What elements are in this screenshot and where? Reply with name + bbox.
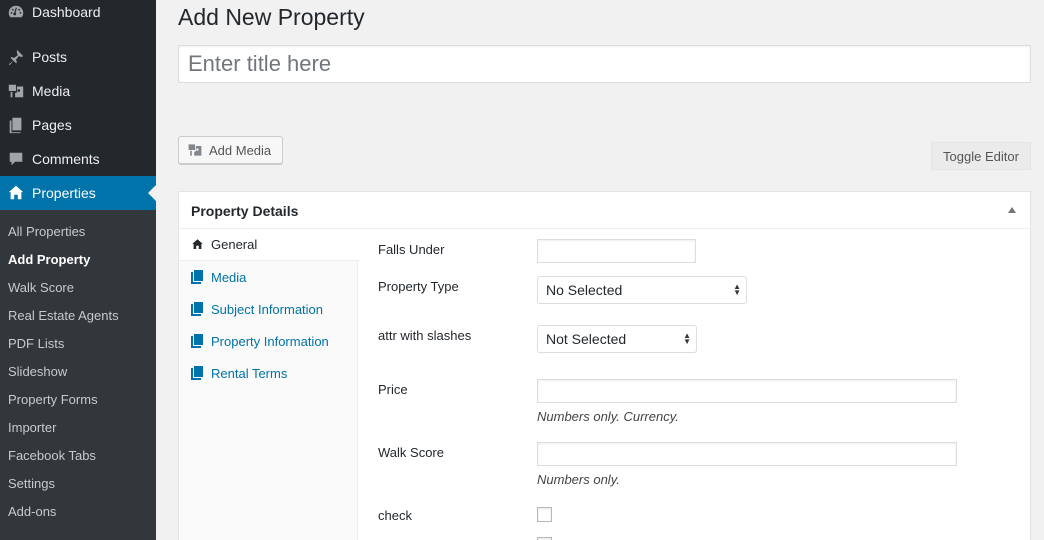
menu-item-posts[interactable]: Posts bbox=[0, 40, 156, 74]
menu-item-pages[interactable]: Pages bbox=[0, 108, 156, 142]
add-media-label: Add Media bbox=[209, 142, 272, 158]
falls-under-input[interactable] bbox=[537, 239, 696, 263]
menu-item-comments[interactable]: Comments bbox=[0, 142, 156, 176]
menu-label-posts: Posts bbox=[32, 49, 68, 65]
submenu-item-facebook-tabs[interactable]: Facebook Tabs bbox=[8, 448, 96, 463]
tab-rental-terms[interactable]: Rental Terms bbox=[179, 357, 358, 389]
check-checkbox[interactable] bbox=[537, 507, 552, 522]
menu-label-comments: Comments bbox=[32, 151, 100, 167]
property-type-label: Property Type bbox=[378, 279, 459, 294]
menu-item-dashboard[interactable]: Dashboard bbox=[0, 0, 156, 29]
tab-subject-information[interactable]: Subject Information bbox=[179, 293, 358, 325]
toggle-editor-label: Toggle Editor bbox=[943, 148, 1019, 164]
book-icon bbox=[191, 366, 205, 380]
menu-label-properties: Properties bbox=[32, 185, 96, 201]
submenu-item-add-ons[interactable]: Add-ons bbox=[8, 504, 56, 519]
tab-media[interactable]: Media bbox=[179, 261, 358, 293]
metabox-title: Property Details bbox=[191, 203, 299, 219]
property-type-value: No Selected bbox=[546, 282, 623, 298]
media-icon bbox=[188, 144, 202, 156]
pages-icon bbox=[0, 116, 32, 134]
pin-icon bbox=[0, 48, 32, 66]
select-arrows-icon: ▲ ▼ bbox=[683, 331, 691, 346]
submenu-item-slideshow[interactable]: Slideshow bbox=[8, 364, 67, 379]
walk-score-label: Walk Score bbox=[378, 445, 444, 460]
comment-icon bbox=[0, 150, 32, 168]
tab-label: Subject Information bbox=[211, 301, 324, 317]
media-icon bbox=[0, 82, 32, 100]
menu-label-media: Media bbox=[32, 83, 71, 99]
toggle-editor-button[interactable]: Toggle Editor bbox=[931, 142, 1031, 170]
property-details-metabox: Property Details General Media Subject I… bbox=[178, 191, 1031, 540]
submenu-item-pdf-lists[interactable]: PDF Lists bbox=[8, 336, 64, 351]
select-arrows-icon: ▲ ▼ bbox=[733, 282, 741, 297]
attr-slashes-label: attr with slashes bbox=[378, 328, 472, 343]
tab-label: General bbox=[211, 237, 258, 252]
submenu-item-add-property[interactable]: Add Property bbox=[8, 252, 90, 267]
price-label: Price bbox=[378, 382, 408, 397]
admin-sidebar: Dashboard Posts Media Pages Comments Pro… bbox=[0, 0, 156, 540]
submenu-item-property-forms[interactable]: Property Forms bbox=[8, 392, 98, 407]
collapse-arrow-icon[interactable] bbox=[1008, 207, 1016, 213]
home-icon bbox=[0, 184, 32, 202]
dashboard-icon bbox=[0, 3, 32, 21]
page-title: Add New Property bbox=[178, 4, 365, 30]
menu-label-dashboard: Dashboard bbox=[32, 4, 101, 20]
menu-item-media[interactable]: Media bbox=[0, 74, 156, 108]
walk-score-input[interactable] bbox=[537, 442, 957, 466]
check-label: check bbox=[378, 508, 412, 523]
tab-label: Media bbox=[211, 269, 247, 285]
tab-label: Property Information bbox=[211, 333, 329, 349]
submenu-item-walk-score[interactable]: Walk Score bbox=[8, 280, 74, 295]
book-icon bbox=[191, 270, 205, 284]
metabox-tabs: General Media Subject Information Proper… bbox=[179, 229, 359, 540]
tab-label: Rental Terms bbox=[211, 365, 288, 381]
property-type-select[interactable]: No Selected ▲ ▼ bbox=[537, 276, 747, 304]
metabox-header[interactable]: Property Details bbox=[179, 192, 1030, 229]
falls-under-label: Falls Under bbox=[378, 242, 445, 257]
submenu-item-importer[interactable]: Importer bbox=[8, 420, 56, 435]
submenu-item-settings[interactable]: Settings bbox=[8, 476, 55, 491]
menu-label-pages: Pages bbox=[32, 117, 72, 133]
add-media-button[interactable]: Add Media bbox=[178, 136, 283, 164]
tab-general[interactable]: General bbox=[179, 229, 359, 261]
price-description: Numbers only. Currency. bbox=[537, 409, 679, 424]
title-input[interactable] bbox=[178, 45, 1031, 83]
tab-property-information[interactable]: Property Information bbox=[179, 325, 358, 357]
book-icon bbox=[191, 334, 205, 348]
attr-slashes-value: Not Selected bbox=[546, 331, 627, 347]
submenu-item-all-properties[interactable]: All Properties bbox=[8, 224, 85, 239]
price-input[interactable] bbox=[537, 379, 957, 403]
home-icon bbox=[191, 238, 205, 251]
attr-slashes-select[interactable]: Not Selected ▲ ▼ bbox=[537, 325, 697, 353]
submenu-item-real-estate-agents[interactable]: Real Estate Agents bbox=[8, 308, 119, 323]
book-icon bbox=[191, 302, 205, 316]
properties-submenu: All Properties Add Property Walk Score R… bbox=[0, 210, 156, 540]
walk-score-description: Numbers only. bbox=[537, 472, 620, 487]
menu-item-properties[interactable]: Properties bbox=[0, 176, 156, 210]
